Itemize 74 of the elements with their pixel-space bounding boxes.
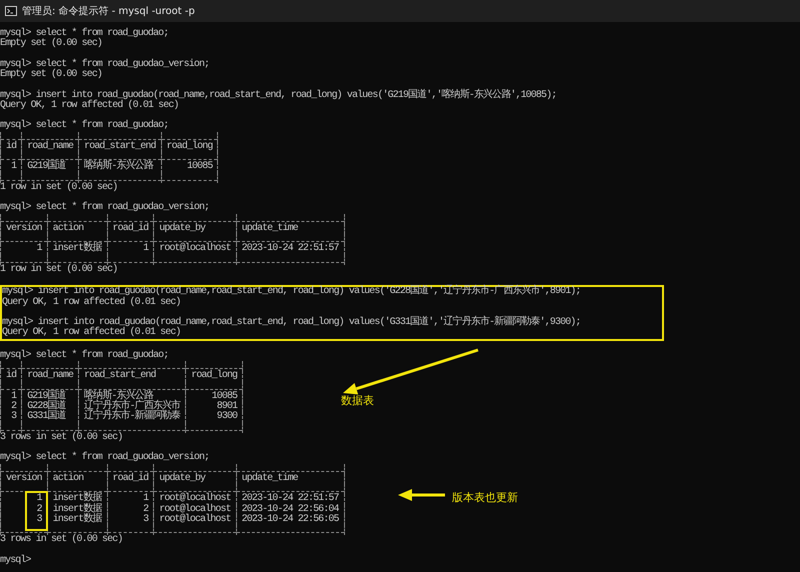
column-header: road_start_end [78,371,186,382]
table-cell: G219国道 [27,161,66,172]
column-header: update_by [154,224,236,234]
terminal-line: 3 rows in set (0.00 sec) [0,535,122,546]
column-header: road_start_end [78,142,162,152]
terminal-line: Query OK, 1 row affected (0.01 sec) [0,100,179,111]
table-cell: 3 [143,514,148,525]
table-cell: 2023-10-24 22:56:05 [242,514,339,525]
terminal-line: mysql> select * from road_guodao; [0,29,168,39]
table-cell: 1 [36,493,42,504]
column-header: version [0,474,48,484]
terminal-line: 1 row in set (0.00 sec) [0,264,118,275]
table-cell: root@localhost [159,504,231,514]
terminal-line: mysql> insert into road_guodao(road_name,road_start_end, road_long) values('G219国道','喀纳斯-东兴公路',10085); [0,90,556,100]
table-cell: insert数据 [52,493,102,504]
terminal-line: mysql> [0,556,31,566]
terminal-line: 1 row in set (0.00 sec) [0,182,118,193]
column-header: road_long [161,142,218,152]
arrow [398,489,445,501]
terminal-line: Query OK, 1 row affected (0.01 sec) [2,328,181,338]
column-header: road_id [107,474,154,484]
annotation-label: 数据表 [341,393,374,408]
table-cell: 8901 [216,401,238,412]
table-cell: 1 [11,390,16,402]
terminal-icon [5,6,17,16]
table-cell: 1 [143,243,148,254]
table-cell: insert数据 [52,514,102,525]
column-header: update_time [236,224,344,234]
table-cell: 3 [11,411,16,422]
table-cell: root@localhost [159,243,231,254]
table-cell: insert数据 [52,504,102,514]
terminal-line: Empty set (0.00 sec) [0,70,102,80]
column-header: id [0,142,22,152]
table-cell: 2023-10-24 22:56:04 [242,504,339,514]
column-header: update_by [154,474,236,484]
table-cell: insert数据 [52,243,102,254]
table-cell: 1 [143,493,148,504]
terminal-line: mysql> select * from road_guodao; [0,121,168,132]
column-header: road_long [186,371,243,382]
column-header: action [47,224,108,234]
terminal-line: Empty set (0.00 sec) [0,39,102,50]
terminal-line: mysql> select * from road_guodao_version; [0,203,210,214]
table-cell: 1 [11,161,16,172]
table-cell: 2023-10-24 22:51:57 [242,493,339,504]
table-cell: root@localhost [159,514,231,525]
table-cell: 2 [36,504,42,514]
table-cell: 10085 [186,161,212,172]
table-cell: 9300 [216,411,238,422]
table-cell: G331国道 [27,411,66,422]
annotation-label: 版本表也更新 [452,490,518,505]
terminal-line: mysql> insert into road_guodao(road_name,road_start_end, road_long) values('G331国道','辽宁丹东市-新疆阿勒泰',9300); [2,318,580,328]
column-header: road_name [22,371,79,382]
column-header: road_id [107,224,154,234]
terminal-line: mysql> select * from road_guodao_version; [0,60,210,70]
terminal-line: Query OK, 1 row affected (0.01 sec) [2,298,181,308]
column-header: update_time [236,474,344,484]
column-header: road_name [22,142,79,152]
table-cell: 辽宁丹东市-新疆阿勒泰 [84,411,180,422]
column-header: version [0,224,48,234]
table-cell: 2 [11,401,16,412]
terminal-line: mysql> insert into road_guodao(road_name,road_start_end, road_long) values('G228国道','辽宁丹东市-广西东兴市',8901); [2,287,580,298]
table-cell: 1 [36,243,42,254]
terminal-line: mysql> select * from road_guodao; [0,350,168,361]
table-cell: 2 [143,504,148,514]
terminal-line: mysql> select * from road_guodao_version; [0,453,210,464]
table-cell: 2023-10-24 22:51:57 [242,243,339,254]
table-cell: 10085 [212,390,238,402]
table-cell: root@localhost [159,493,231,504]
column-header: id [0,371,22,382]
column-header: action [47,474,108,484]
terminal-line: 3 rows in set (0.00 sec) [0,432,122,443]
table-cell: 喀纳斯-东兴公路 [84,161,153,172]
window-title: 管理员: 命令提示符 - mysql -uroot -p [22,5,195,18]
table-cell: 3 [36,514,42,525]
